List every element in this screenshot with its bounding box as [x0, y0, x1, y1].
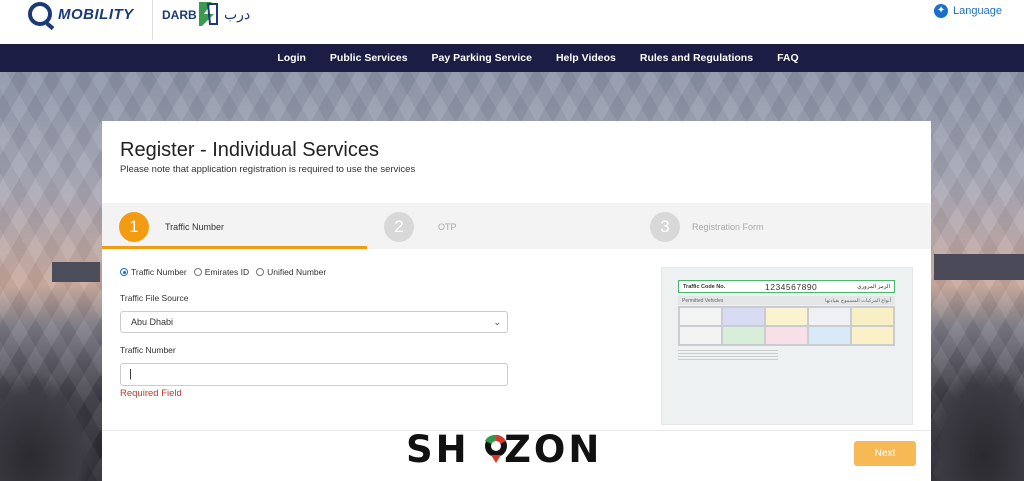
step-label: OTP — [438, 222, 457, 232]
darb-logo-icon[interactable] — [196, 0, 220, 28]
license-code-number: 1234567890 — [765, 282, 818, 292]
traffic-number-input[interactable]: | — [120, 363, 508, 386]
permitted-label: Permitted Vehicles — [682, 298, 724, 304]
active-step-underline — [102, 246, 367, 249]
license-vehicle-grid — [678, 306, 895, 346]
driving-license-image: Traffic Code No. 1234567890 الرمز المرور… — [661, 267, 913, 425]
radio-unselected-icon[interactable] — [193, 268, 202, 276]
q-mobility-logo-icon[interactable] — [28, 2, 52, 26]
step-traffic-number: 1 Traffic Number — [119, 212, 224, 242]
logo-divider — [152, 0, 153, 40]
step-registration-form: 3 Registration Form — [650, 212, 764, 242]
radio-label: Traffic Number — [131, 267, 187, 277]
required-field-error: Required Field — [120, 388, 182, 399]
radio-unified-number[interactable]: Unified Number — [256, 267, 326, 277]
step-number: 3 — [650, 212, 680, 242]
city-skyline-right — [934, 254, 1024, 280]
nav-rules[interactable]: Rules and Regulations — [640, 52, 753, 64]
rocks-left — [0, 371, 100, 481]
radio-unselected-icon[interactable] — [256, 268, 265, 276]
license-notes — [678, 350, 895, 360]
darb-logo-arabic: درب — [224, 6, 251, 22]
stepper: 1 Traffic Number 2 OTP 3 Registration Fo… — [102, 203, 931, 249]
permitted-label-ar: أنواع المركبات المسموح بقيادتها — [825, 298, 891, 304]
shozon-watermark: SHOZON — [406, 428, 606, 474]
license-code-label: Traffic Code No. — [683, 284, 726, 290]
step-otp: 2 OTP — [384, 212, 457, 242]
license-permitted-row: Permitted Vehicles أنواع المركبات المسمو… — [678, 296, 895, 305]
radio-label: Unified Number — [267, 267, 327, 277]
radio-traffic-number[interactable]: Traffic Number — [120, 267, 187, 277]
main-nav: Login Public Services Pay Parking Servic… — [0, 44, 1024, 72]
traffic-file-source-select[interactable]: Abu Dhabi ⌄ — [120, 311, 508, 333]
globe-icon: ✦ — [934, 4, 949, 18]
nav-faq[interactable]: FAQ — [777, 52, 799, 64]
step-number: 1 — [119, 212, 149, 242]
next-button[interactable]: Next — [854, 441, 916, 466]
step-label: Registration Form — [692, 222, 764, 232]
page-subtitle: Please note that application registratio… — [120, 164, 416, 175]
nav-login[interactable]: Login — [277, 52, 306, 64]
nav-pay-parking[interactable]: Pay Parking Service — [432, 52, 532, 64]
language-label[interactable]: Language — [953, 5, 1002, 17]
page-title: Register - Individual Services — [120, 139, 379, 161]
chevron-down-icon: ⌄ — [493, 317, 501, 327]
rocks-right — [924, 361, 1024, 481]
traffic-file-source-label: Traffic File Source — [120, 293, 189, 303]
step-number: 2 — [384, 212, 414, 242]
traffic-number-label: Traffic Number — [120, 345, 176, 355]
license-code-label-ar: الرمز المروري — [857, 284, 890, 290]
top-header: MOBILITY DARB درب ✦ Language — [0, 0, 1024, 44]
radio-label: Emirates ID — [204, 267, 250, 277]
license-code-row: Traffic Code No. 1234567890 الرمز المرور… — [678, 280, 895, 293]
step-label: Traffic Number — [165, 222, 225, 232]
nav-public-services[interactable]: Public Services — [330, 52, 408, 64]
radio-emirates-id[interactable]: Emirates ID — [193, 267, 250, 277]
registration-card: Register - Individual Services Please no… — [102, 121, 931, 481]
darb-logo-text[interactable]: DARB — [162, 8, 197, 22]
city-skyline-left — [52, 262, 100, 282]
radio-selected-icon[interactable] — [120, 268, 128, 276]
mobility-logo-text[interactable]: MOBILITY — [58, 6, 134, 23]
map-pin-icon — [485, 434, 507, 463]
id-type-radio-group: Traffic Number Emirates ID Unified Numbe… — [120, 267, 326, 277]
nav-help-videos[interactable]: Help Videos — [556, 52, 616, 64]
language-switcher[interactable]: ✦ Language — [934, 4, 1002, 18]
select-value: Abu Dhabi — [131, 317, 174, 327]
